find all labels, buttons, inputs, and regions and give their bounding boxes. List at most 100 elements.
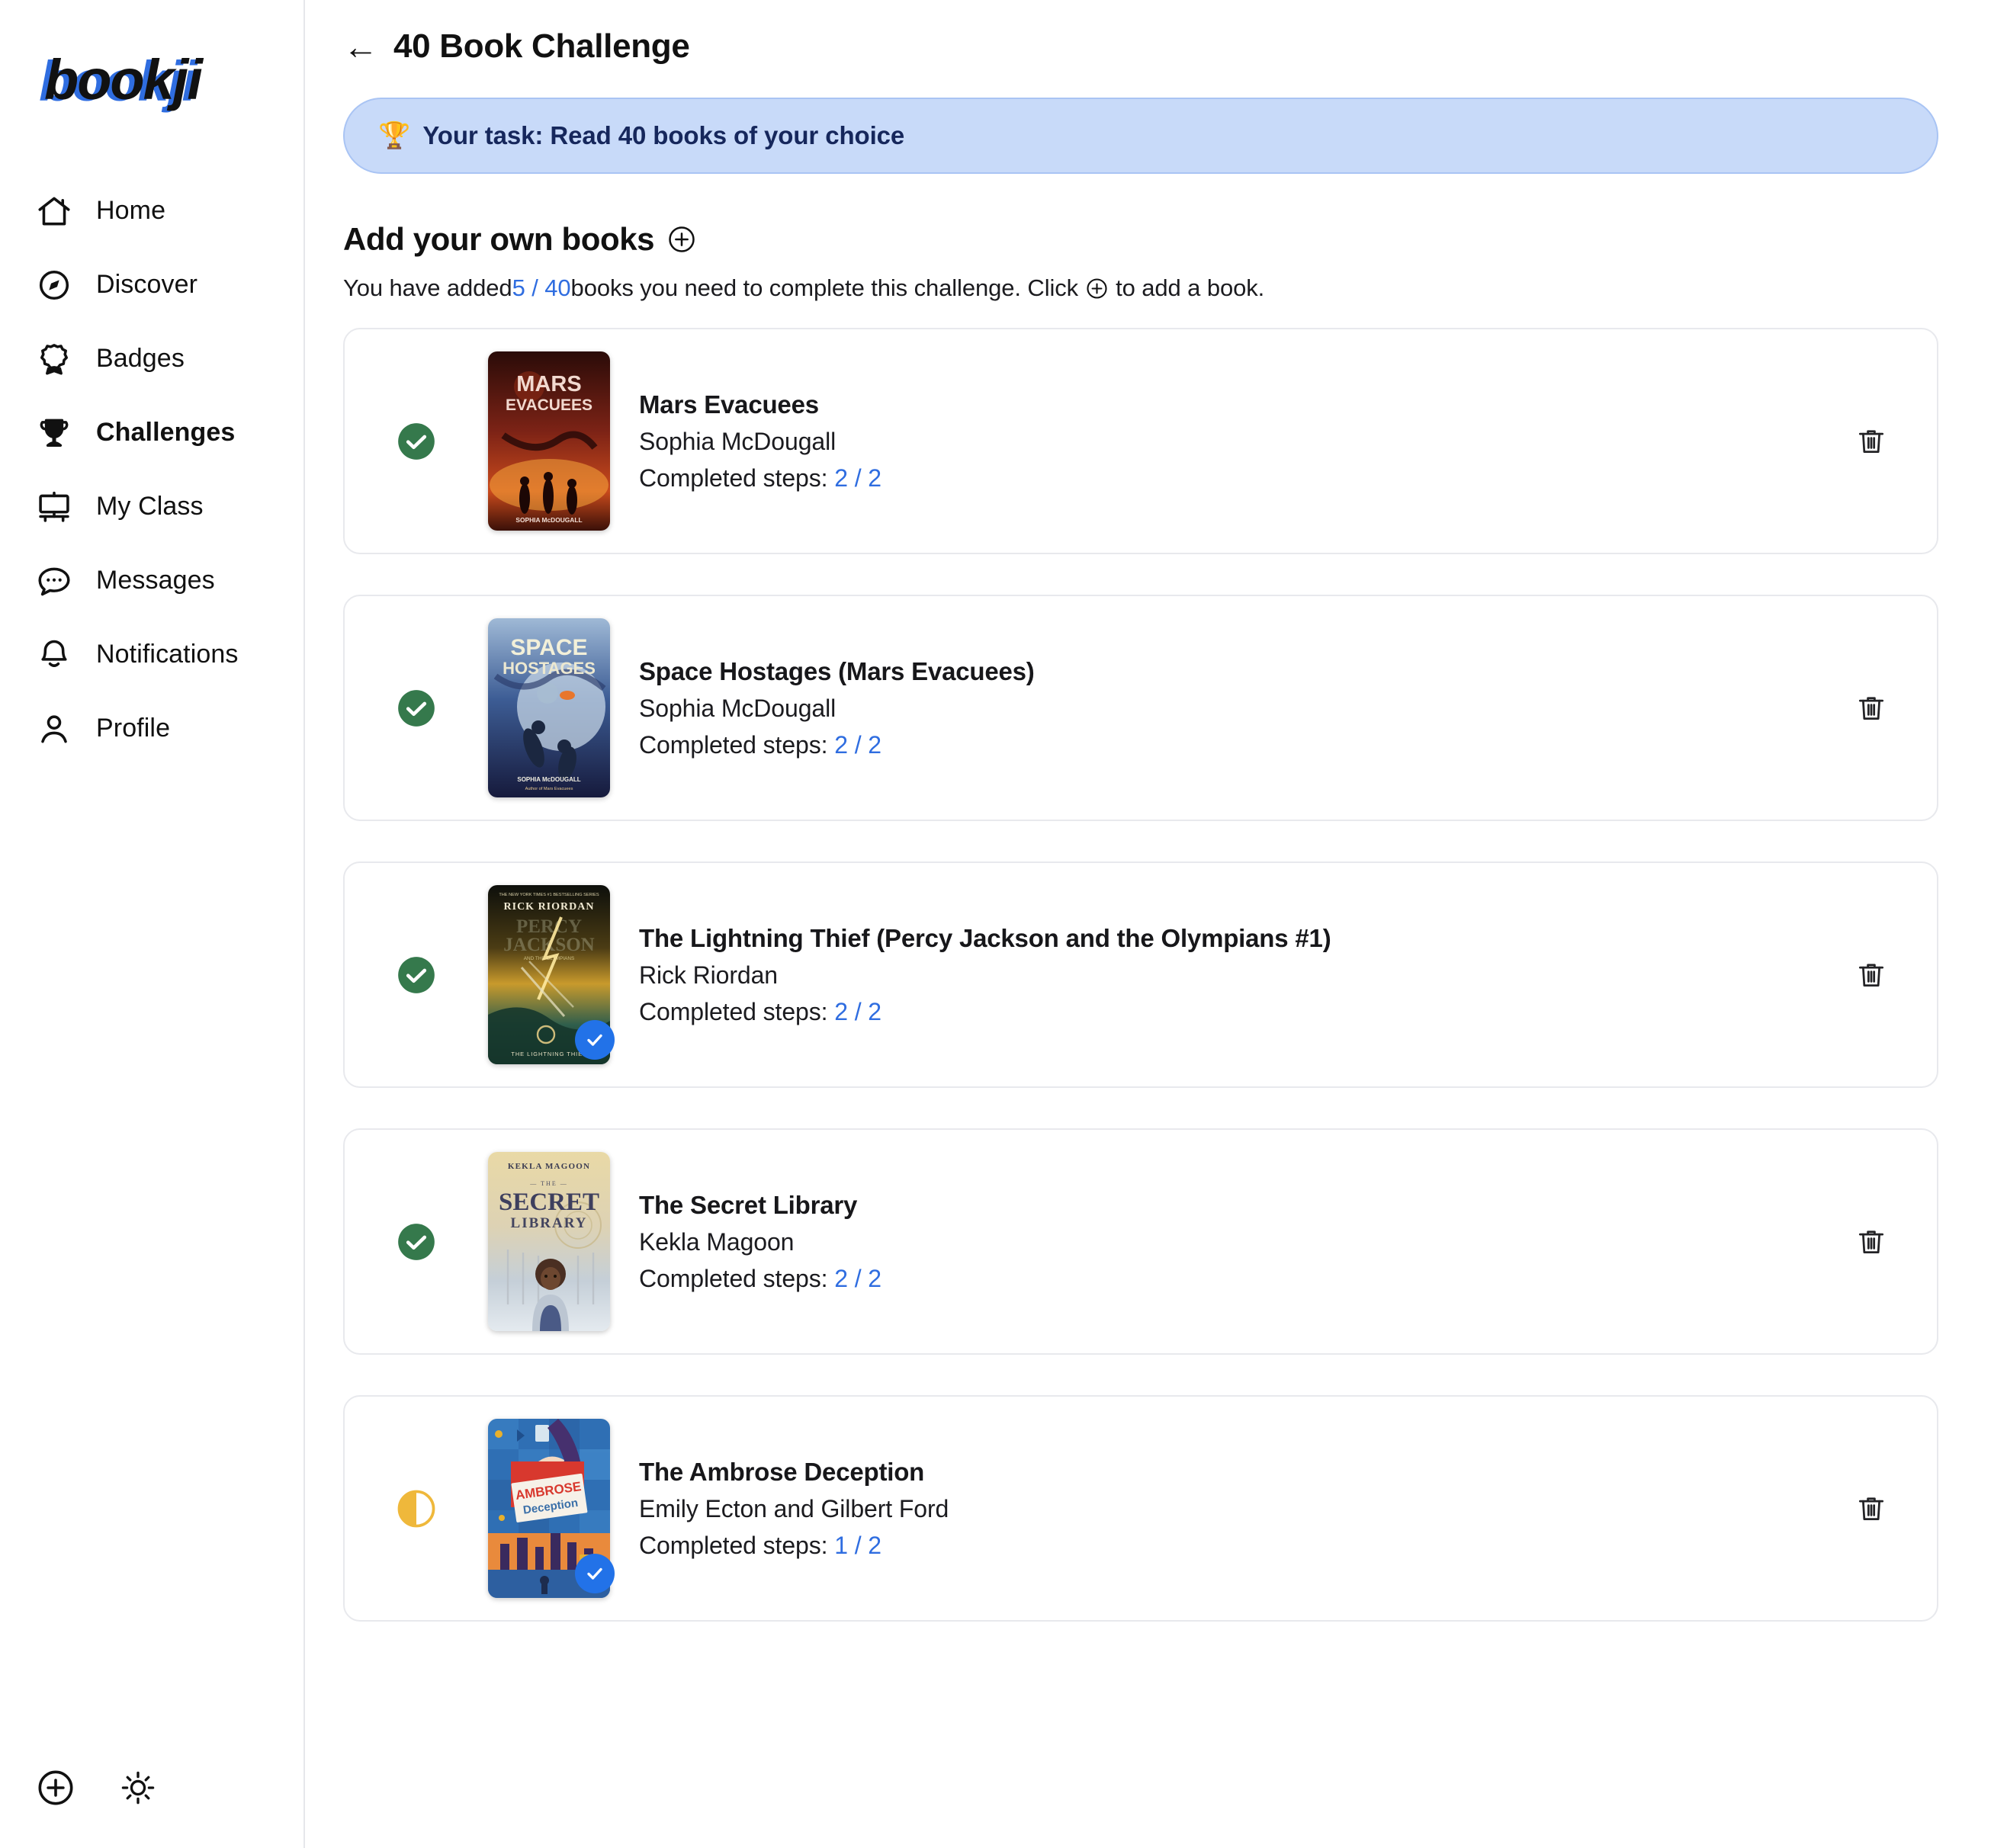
svg-text:LIBRARY: LIBRARY <box>511 1215 588 1231</box>
steps-value: 2 / 2 <box>834 730 881 759</box>
trash-icon[interactable] <box>1853 1224 1890 1260</box>
chat-bubble-icon <box>35 562 73 600</box>
svg-text:THE LIGHTNING THIEF: THE LIGHTNING THIEF <box>511 1051 586 1057</box>
check-circle-icon <box>398 689 435 727</box>
book-card[interactable]: THE NEW YORK TIMES #1 BESTSELLING SERIES… <box>343 861 1938 1088</box>
book-list: MARS EVACUEES SOPHIA McDOUGALL Mars Evac… <box>343 328 2007 1622</box>
book-author: Rick Riordan <box>639 961 778 989</box>
trash-icon[interactable] <box>1853 690 1890 727</box>
check-circle-icon <box>398 1223 435 1260</box>
svg-text:Author of Mars Evacuees: Author of Mars Evacuees <box>525 787 573 791</box>
svg-text:SOPHIA McDOUGALL: SOPHIA McDOUGALL <box>517 776 580 783</box>
steps-label: Completed steps: <box>639 730 835 759</box>
trash-icon[interactable] <box>1853 957 1890 993</box>
svg-text:MARS: MARS <box>516 372 581 396</box>
main-content: ← 40 Book Challenge 🏆 Your task: Read 40… <box>305 0 2007 1848</box>
sidebar-item-label: Messages <box>96 566 215 595</box>
book-title: The Ambrose Deception <box>639 1457 925 1486</box>
home-icon <box>35 192 73 230</box>
status-indicator <box>345 1489 488 1529</box>
book-steps: Completed steps: 2 / 2 <box>639 998 1331 1026</box>
steps-value: 1 / 2 <box>834 1531 881 1559</box>
sidebar-footer-actions <box>35 1767 159 1808</box>
book-info: The Lightning Thief (Percy Jackson and t… <box>639 924 1331 1026</box>
sidebar-item-label: Badges <box>96 344 185 373</box>
book-card[interactable]: KEKLA MAGOON — THE — SECRET LIBRARY The … <box>343 1128 1938 1355</box>
sidebar-item-discover[interactable]: Discover <box>0 248 305 322</box>
status-indicator <box>345 688 488 728</box>
book-author: Sophia McDougall <box>639 694 837 722</box>
sidebar-item-label: Notifications <box>96 640 239 669</box>
trash-icon[interactable] <box>1853 1490 1890 1527</box>
section-header: Add your own books <box>343 221 2007 258</box>
sidebar-item-label: Challenges <box>96 418 236 447</box>
steps-label: Completed steps: <box>639 997 835 1025</box>
page-title: 40 Book Challenge <box>393 27 690 65</box>
cover-check-badge-icon <box>575 1554 615 1593</box>
steps-label: Completed steps: <box>639 1264 835 1292</box>
status-indicator <box>345 1222 488 1262</box>
svg-text:THE NEW YORK TIMES #1 BESTSELL: THE NEW YORK TIMES #1 BESTSELLING SERIES <box>499 893 599 897</box>
book-cover-wrap: KEKLA MAGOON — THE — SECRET LIBRARY <box>488 1152 610 1331</box>
half-circle-icon <box>397 1490 435 1527</box>
back-button[interactable]: ← <box>343 29 378 64</box>
sidebar-item-notifications[interactable]: Notifications <box>0 618 305 691</box>
svg-text:PERCY: PERCY <box>516 916 582 937</box>
book-steps: Completed steps: 1 / 2 <box>639 1532 949 1560</box>
sidebar-item-challenges[interactable]: Challenges <box>0 396 305 470</box>
sidebar-item-home[interactable]: Home <box>0 174 305 248</box>
task-banner: 🏆 Your task: Read 40 books of your choic… <box>343 98 1938 174</box>
book-steps: Completed steps: 2 / 2 <box>639 464 881 492</box>
section-subtitle: You have added 5 / 40 books you need to … <box>343 274 2007 302</box>
trash-icon[interactable] <box>1853 423 1890 460</box>
book-info: The Secret Library Kekla Magoon Complete… <box>639 1191 881 1293</box>
book-cover-wrap: MARS EVACUEES SOPHIA McDOUGALL <box>488 351 610 531</box>
subtitle-middle: books you need to complete this challeng… <box>570 274 1079 301</box>
svg-text:RICK RIORDAN: RICK RIORDAN <box>504 901 595 913</box>
book-title: The Lightning Thief (Percy Jackson and t… <box>639 923 1331 952</box>
steps-value: 2 / 2 <box>834 1264 881 1292</box>
book-steps: Completed steps: 2 / 2 <box>639 731 1035 759</box>
compass-icon <box>35 266 73 304</box>
book-steps: Completed steps: 2 / 2 <box>639 1265 881 1293</box>
book-author: Emily Ecton and Gilbert Ford <box>639 1494 949 1522</box>
sidebar-item-messages[interactable]: Messages <box>0 544 305 618</box>
book-card[interactable]: MARS EVACUEES SOPHIA McDOUGALL Mars Evac… <box>343 328 1938 554</box>
svg-text:HOSTAGES: HOSTAGES <box>503 659 596 678</box>
plus-circle-icon[interactable] <box>35 1767 76 1808</box>
status-indicator <box>345 955 488 995</box>
secret-library-cover: KEKLA MAGOON — THE — SECRET LIBRARY <box>488 1152 610 1331</box>
book-author: Sophia McDougall <box>639 427 837 455</box>
book-title: Mars Evacuees <box>639 390 819 419</box>
add-book-button[interactable] <box>666 224 697 255</box>
sidebar-item-my-class[interactable]: My Class <box>0 470 305 544</box>
book-card[interactable]: AMBROSE Deception The Ambrose Deception … <box>343 1395 1938 1622</box>
person-icon <box>35 710 73 748</box>
app-root: bookji Home Discover Badges Challenges M… <box>0 0 2007 1848</box>
book-card[interactable]: SPACE HOSTAGES SOPHIA McDOUGALL Author o… <box>343 595 1938 821</box>
subtitle-prefix: You have added <box>343 274 512 301</box>
svg-text:SECRET: SECRET <box>499 1189 599 1216</box>
book-info: Mars Evacuees Sophia McDougall Completed… <box>639 390 881 492</box>
sidebar-item-profile[interactable]: Profile <box>0 691 305 765</box>
steps-value: 2 / 2 <box>834 997 881 1025</box>
sidebar-item-badges[interactable]: Badges <box>0 322 305 396</box>
svg-text:SOPHIA McDOUGALL: SOPHIA McDOUGALL <box>515 516 582 524</box>
sidebar-item-label: My Class <box>96 492 204 521</box>
app-logo[interactable]: bookji <box>44 47 203 112</box>
trophy-icon <box>35 414 73 452</box>
subtitle-suffix: to add a book. <box>1116 274 1265 301</box>
badge-icon <box>35 340 73 378</box>
status-indicator <box>345 422 488 461</box>
steps-label: Completed steps: <box>639 464 835 492</box>
sidebar-nav: Home Discover Badges Challenges My Class… <box>0 174 305 765</box>
page-header: ← 40 Book Challenge <box>343 27 2007 66</box>
task-banner-text: Your task: Read 40 books of your choice <box>422 121 905 149</box>
sun-icon[interactable] <box>117 1767 159 1808</box>
book-author: Kekla Magoon <box>639 1227 795 1256</box>
book-info: Space Hostages (Mars Evacuees) Sophia Mc… <box>639 657 1035 759</box>
svg-text:SPACE: SPACE <box>510 635 587 660</box>
book-title: Space Hostages (Mars Evacuees) <box>639 656 1035 685</box>
svg-text:KEKLA MAGOON: KEKLA MAGOON <box>508 1162 590 1171</box>
mars-evacuees-cover: MARS EVACUEES SOPHIA McDOUGALL <box>488 351 610 531</box>
